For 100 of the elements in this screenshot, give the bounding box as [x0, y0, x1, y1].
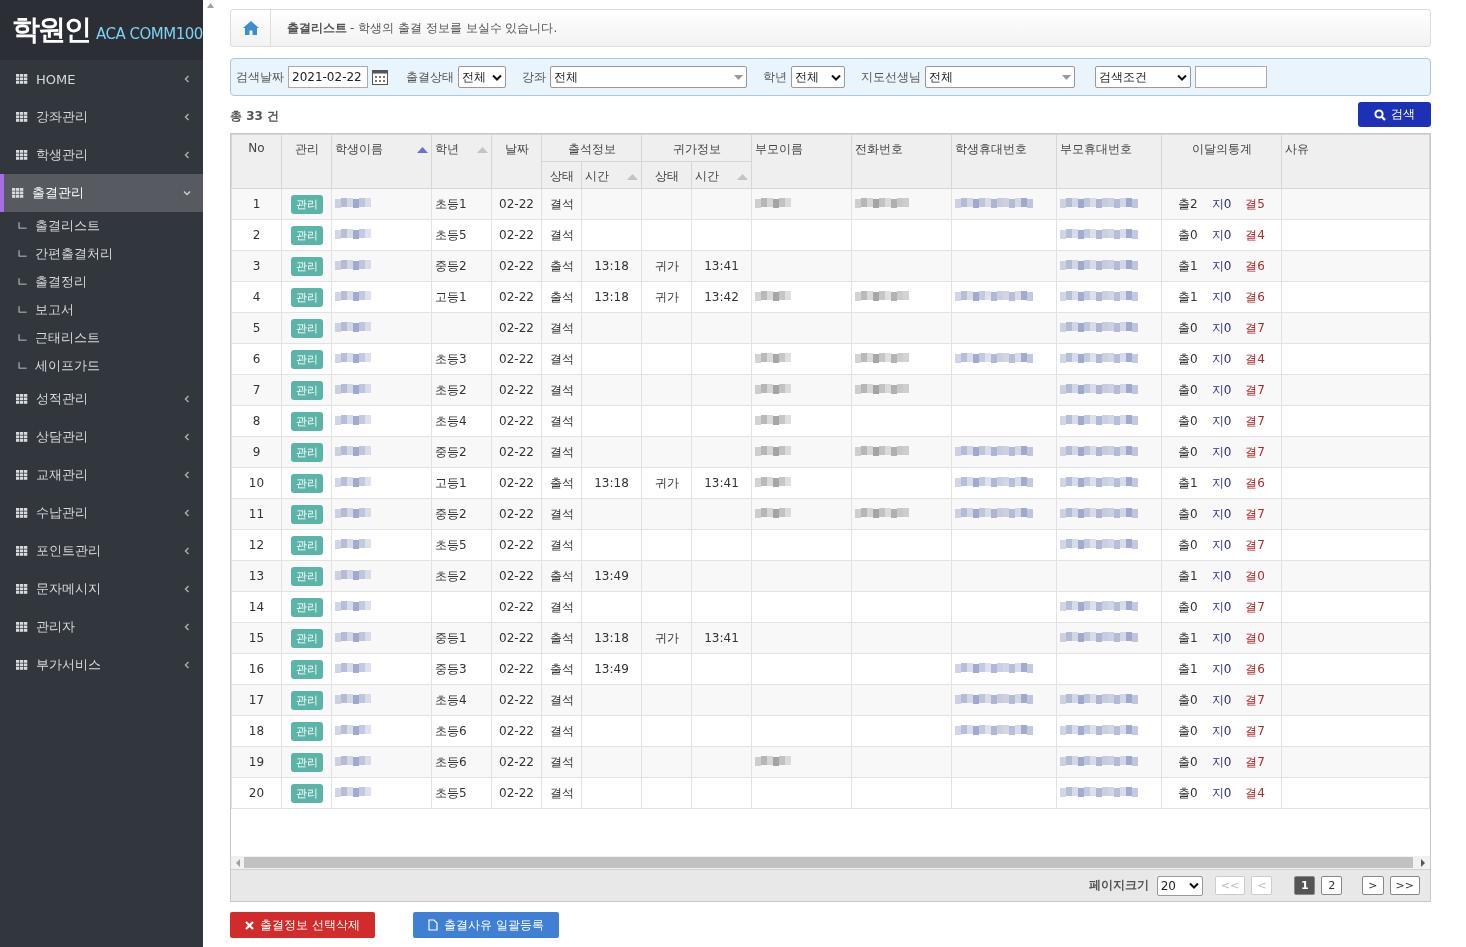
scroll-right-icon[interactable] — [1419, 858, 1427, 867]
column-header[interactable]: 학년 — [435, 141, 459, 158]
tree-marker: ㄴ — [16, 329, 29, 347]
sidebar-subitem[interactable]: 출결정리 — [35, 273, 87, 291]
table-cell: 02-22 — [491, 560, 542, 592]
redacted-text — [335, 322, 371, 332]
sidebar-item[interactable]: 교재관리 — [0, 456, 203, 494]
sidebar-item[interactable]: 학생관리 — [0, 136, 203, 174]
grade-select[interactable]: 전체 — [791, 66, 845, 88]
stat-count: 결7 — [1245, 381, 1265, 399]
sidebar-subitem[interactable]: 근태리스트 — [35, 329, 100, 347]
condition-select[interactable]: 검색조건 — [1095, 66, 1191, 88]
sidebar-item[interactable]: 출결관리 — [0, 174, 203, 212]
sort-arrow-icon[interactable] — [737, 173, 748, 180]
page-button[interactable]: 2 — [1321, 876, 1343, 895]
scroll-up-icon[interactable] — [207, 3, 214, 8]
stat-count: 지0 — [1211, 381, 1232, 399]
sidebar-item[interactable]: 문자메시지 — [0, 570, 203, 608]
table-cell — [581, 498, 642, 530]
sidebar-item[interactable]: 관리자 — [0, 608, 203, 646]
sort-arrow-icon[interactable] — [627, 173, 638, 180]
redacted-text — [335, 415, 371, 425]
home-icon[interactable] — [242, 21, 259, 35]
table-cell: 출석 — [541, 622, 582, 654]
redacted-text — [335, 539, 371, 549]
stat-count: 결4 — [1245, 350, 1265, 368]
last-page-button[interactable]: >> — [1389, 876, 1420, 895]
stat-count: 결4 — [1245, 226, 1265, 244]
redacted-text — [755, 353, 791, 363]
sidebar-subitem[interactable]: 출결리스트 — [35, 217, 100, 235]
sidebar-item[interactable]: 수납관리 — [0, 494, 203, 532]
table-cell: 초등6 — [431, 715, 492, 747]
chevron-left-icon — [183, 151, 191, 159]
calendar-icon[interactable] — [372, 69, 388, 85]
horizontal-scrollbar[interactable] — [231, 856, 1430, 869]
stat-count: 출0 — [1178, 505, 1198, 523]
table-cell: 4 — [231, 281, 282, 313]
table-cell — [641, 343, 692, 375]
table-cell — [581, 374, 642, 406]
stat-count: 지0 — [1211, 474, 1232, 492]
sort-arrow-icon[interactable] — [417, 146, 428, 153]
sidebar-item[interactable]: 포인트관리 — [0, 532, 203, 570]
table-cell — [581, 219, 642, 251]
chevron-down-icon — [831, 73, 841, 81]
table-cell: 고등1 — [431, 467, 492, 499]
table-cell: 초등4 — [431, 405, 492, 437]
grid-icon — [16, 584, 28, 594]
sort-arrow-icon[interactable] — [477, 146, 488, 153]
table-cell: 02-22 — [491, 498, 542, 530]
delete-button[interactable]: 출결정보 선택삭제 — [230, 912, 375, 938]
sidebar-subitem[interactable]: 보고서 — [35, 301, 74, 319]
course-select[interactable]: 전체 — [550, 66, 747, 88]
table-cell: 3 — [231, 250, 282, 282]
next-page-button[interactable]: > — [1362, 876, 1384, 895]
sidebar-item[interactable]: 상담관리 — [0, 418, 203, 456]
table-cell: 02-22 — [491, 405, 542, 437]
stat-count: 출0 — [1178, 226, 1198, 244]
register-button[interactable]: 출결사유 일괄등록 — [412, 912, 559, 938]
table-cell: 결석 — [541, 498, 582, 530]
sidebar-item[interactable]: 성적관리 — [0, 380, 203, 418]
search-field[interactable] — [1195, 66, 1267, 88]
sidebar-item[interactable]: 강좌관리 — [0, 98, 203, 136]
table-cell: 중등2 — [431, 250, 492, 282]
redacted-text — [855, 353, 909, 363]
scroll-left-icon[interactable] — [234, 858, 242, 867]
redacted-text — [335, 632, 371, 642]
logo-wordmark: 학원인 — [12, 12, 90, 48]
table-cell: 02-22 — [491, 684, 542, 716]
stat-count: 지0 — [1211, 629, 1232, 647]
table-cell: 결석 — [541, 436, 582, 468]
sidebar-subitem[interactable]: 세이프가드 — [35, 357, 100, 375]
table-cell — [581, 343, 642, 375]
sidebar-item[interactable]: HOME — [0, 60, 203, 98]
sidebar-subitem[interactable]: 간편출결처리 — [35, 245, 113, 263]
sidebar-item[interactable]: 부가서비스 — [0, 646, 203, 684]
stat-count: 출0 — [1178, 350, 1198, 368]
redacted-text — [335, 477, 371, 487]
document-icon — [427, 919, 438, 931]
table-cell: 02-22 — [491, 219, 542, 251]
chevron-down-icon — [183, 189, 191, 197]
table-cell: 02-22 — [491, 777, 542, 809]
stat-count: 결7 — [1245, 722, 1265, 740]
search-button[interactable]: 검색 — [1358, 102, 1431, 127]
total-count: 총 33 건 — [230, 108, 280, 125]
table-cell: 13:18 — [581, 281, 642, 313]
date-field[interactable]: 2021-02-22 — [288, 66, 368, 88]
column-header[interactable]: 학생이름 — [335, 141, 383, 158]
chevron-left-icon — [183, 585, 191, 593]
stat-count: 결0 — [1245, 629, 1265, 647]
table-cell: 02-22 — [491, 436, 542, 468]
teacher-select[interactable]: 전체 — [925, 66, 1075, 88]
column-header: 전화번호 — [855, 141, 903, 158]
page-button[interactable]: 1 — [1294, 876, 1316, 895]
column-header: 학생휴대번호 — [955, 141, 1027, 158]
dropdown-arrow-icon — [1062, 74, 1071, 80]
status-select[interactable]: 전체 — [458, 66, 506, 88]
field-label: 출결상태 — [406, 68, 454, 86]
stat-count: 지0 — [1211, 660, 1232, 678]
page-size-select[interactable]: 20 — [1156, 875, 1203, 896]
table-cell — [581, 715, 642, 747]
